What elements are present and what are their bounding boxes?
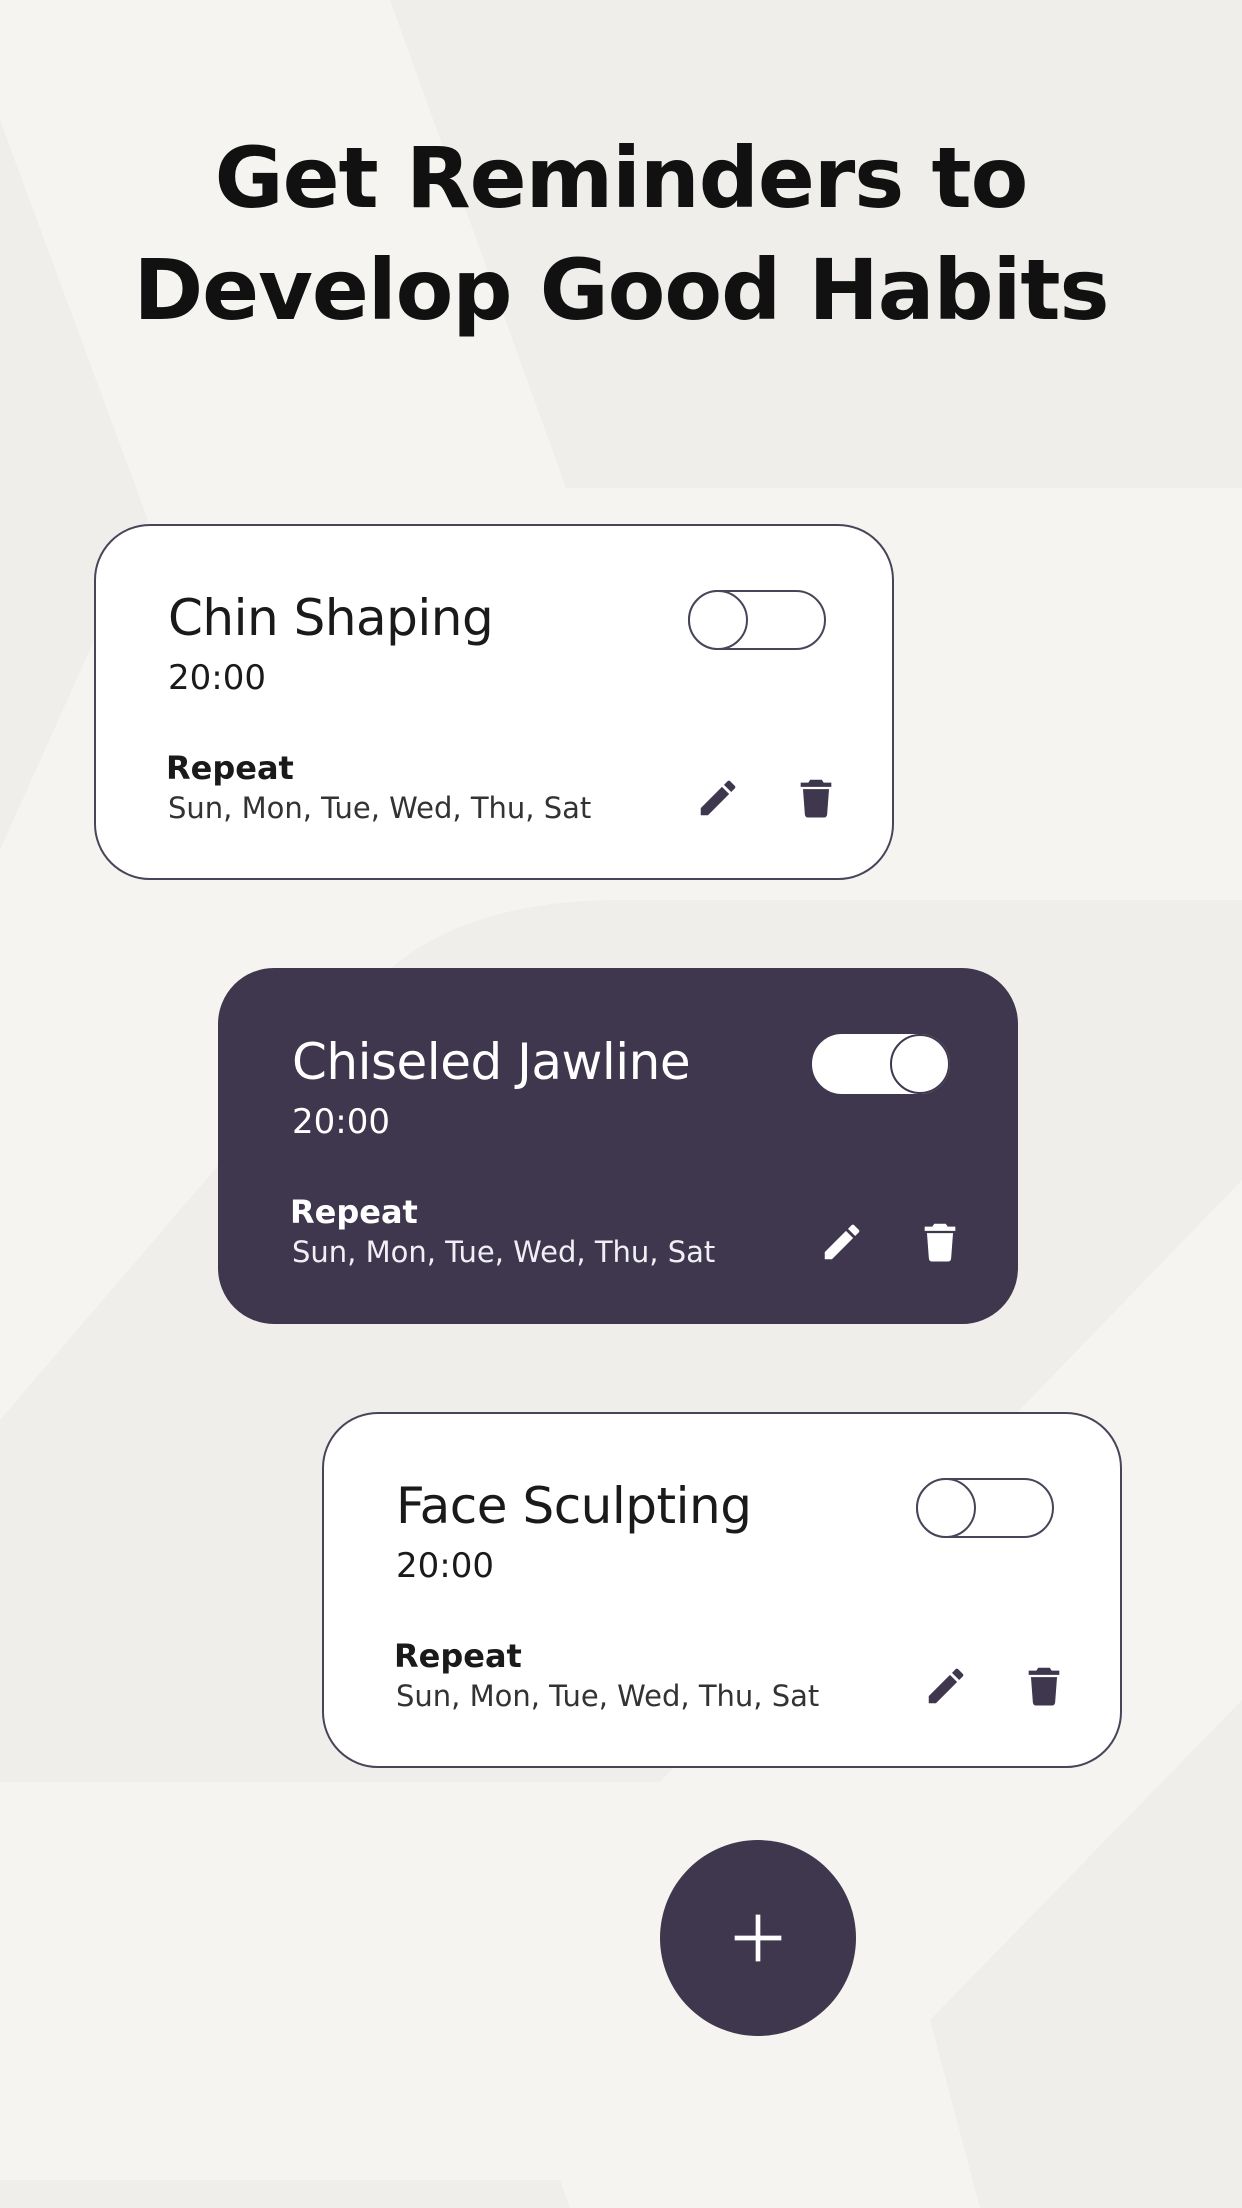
reminder-time: 20:00	[396, 1546, 494, 1586]
headline-line-2: Develop Good Habits	[133, 241, 1109, 339]
headline-line-1: Get Reminders to	[214, 129, 1029, 227]
reminder-card-face-sculpting[interactable]: Face Sculpting 20:00 Repeat Sun, Mon, Tu…	[322, 1412, 1122, 1768]
delete-button[interactable]	[912, 1214, 968, 1270]
reminder-card-chin-shaping[interactable]: Chin Shaping 20:00 Repeat Sun, Mon, Tue,…	[94, 524, 894, 880]
add-reminder-button[interactable]	[660, 1840, 856, 2036]
toggle-knob	[916, 1478, 976, 1538]
edit-button[interactable]	[690, 770, 746, 826]
pencil-icon	[824, 1224, 860, 1260]
reminder-toggle[interactable]	[916, 1478, 1054, 1538]
pencil-icon	[700, 780, 736, 816]
delete-button[interactable]	[1016, 1658, 1072, 1714]
repeat-label: Repeat	[290, 1193, 418, 1231]
reminder-title: Chin Shaping	[168, 589, 494, 647]
reminder-card-chiseled-jawline[interactable]: Chiseled Jawline 20:00 Repeat Sun, Mon, …	[218, 968, 1018, 1324]
reminder-toggle[interactable]	[812, 1034, 950, 1094]
repeat-label: Repeat	[394, 1637, 522, 1675]
reminder-time: 20:00	[292, 1102, 390, 1142]
toggle-knob	[688, 590, 748, 650]
trash-icon	[1028, 1667, 1060, 1706]
reminder-time: 20:00	[168, 658, 266, 698]
reminder-toggle[interactable]	[688, 590, 826, 650]
reminder-title: Chiseled Jawline	[292, 1033, 691, 1091]
pencil-icon	[928, 1668, 964, 1704]
repeat-label: Repeat	[166, 749, 294, 787]
edit-button[interactable]	[918, 1658, 974, 1714]
delete-button[interactable]	[788, 770, 844, 826]
repeat-days: Sun, Mon, Tue, Wed, Thu, Sat	[396, 1679, 820, 1713]
trash-icon	[924, 1223, 956, 1262]
repeat-days: Sun, Mon, Tue, Wed, Thu, Sat	[292, 1235, 716, 1269]
edit-button[interactable]	[814, 1214, 870, 1270]
repeat-days: Sun, Mon, Tue, Wed, Thu, Sat	[168, 791, 592, 825]
trash-icon	[800, 779, 832, 818]
plus-icon	[734, 1914, 782, 1962]
reminder-title: Face Sculpting	[396, 1477, 752, 1535]
toggle-knob	[890, 1034, 950, 1094]
page-headline: Get Reminders to Develop Good Habits	[0, 122, 1242, 346]
